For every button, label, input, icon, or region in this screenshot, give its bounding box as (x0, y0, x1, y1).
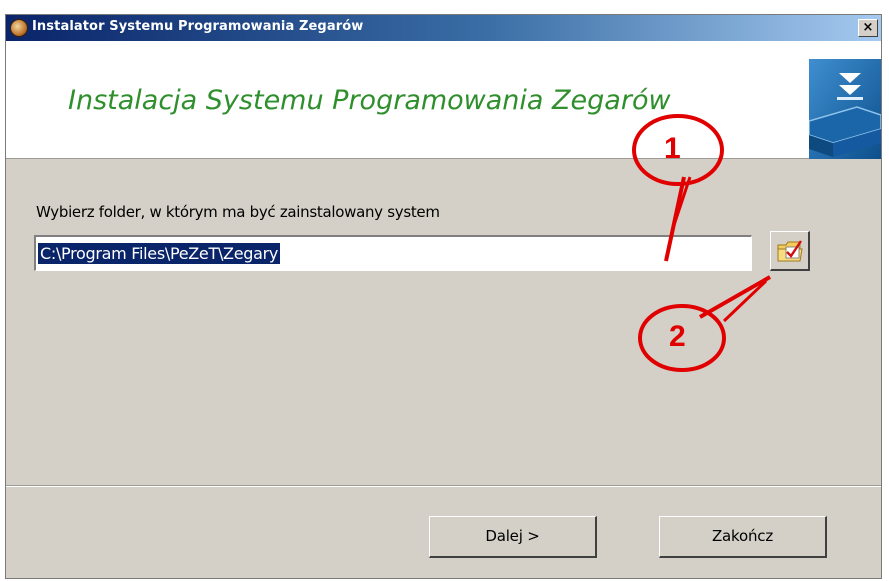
window-title: Instalator Systemu Programowania Zegarów (32, 19, 364, 34)
header-title: Instalacja Systemu Programowania Zegarów (68, 85, 671, 116)
folder-prompt-label: Wybierz folder, w którym ma być zainstal… (36, 203, 440, 221)
folder-check-icon (777, 240, 803, 262)
next-button[interactable]: Dalej > (429, 516, 597, 558)
install-path-input[interactable]: C:\Program Files\PeZeT\Zegary (34, 235, 752, 271)
browse-folder-button[interactable] (770, 231, 810, 271)
annotation-pointer-2 (699, 275, 771, 323)
install-path-value: C:\Program Files\PeZeT\Zegary (38, 243, 281, 264)
install-logo-icon (809, 59, 881, 159)
installer-window: Instalator Systemu Programowania Zegarów… (5, 14, 882, 579)
annotation-pointer-1 (664, 176, 692, 262)
finish-button[interactable]: Zakończ (659, 516, 827, 558)
title-bar[interactable]: Instalator Systemu Programowania Zegarów… (6, 15, 881, 41)
close-button[interactable]: × (858, 19, 878, 37)
annotation-label-1: 1 (664, 132, 681, 165)
header-banner: Instalacja Systemu Programowania Zegarów (6, 41, 881, 159)
footer-divider (6, 485, 881, 487)
app-clock-icon (10, 19, 28, 37)
annotation-label-2: 2 (669, 320, 686, 353)
